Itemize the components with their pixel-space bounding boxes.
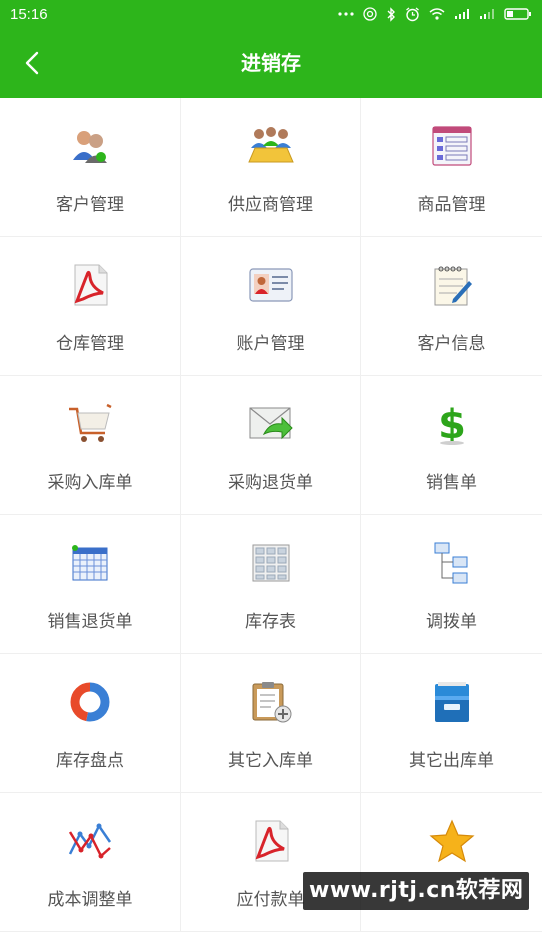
grid-item-stocktake[interactable]: 库存盘点 [0, 654, 181, 793]
grid-item-payable-order[interactable]: 应付款单 [181, 793, 361, 932]
grid-item-inventory-table[interactable]: 库存表 [181, 515, 361, 654]
grid-item-purchase-return[interactable]: 采购退货单 [181, 376, 361, 515]
grid-item-label: 仓库管理 [56, 334, 124, 354]
grid-item-label: 客户管理 [56, 195, 124, 215]
pdf-document-icon [247, 817, 295, 865]
table-sheet-icon [247, 539, 295, 587]
shopping-cart-icon [66, 400, 114, 448]
grid-item-label: 库存表 [245, 612, 296, 632]
dollar-icon: $ [428, 400, 476, 448]
grid-item-label: 其它入库单 [228, 751, 313, 771]
grid-item-other-outbound[interactable]: 其它出库单 [361, 654, 542, 793]
app-bar: 进销存 [0, 28, 542, 98]
clipboard-add-icon [247, 678, 295, 726]
grid-item-product-management[interactable]: 商品管理 [361, 98, 542, 237]
org-chart-icon [428, 539, 476, 587]
grid-item-label: 客户信息 [417, 334, 486, 354]
customers-icon [66, 122, 114, 170]
grid-item-sales-order[interactable]: $ 销售单 [361, 376, 542, 515]
grid-item-label: 库存盘点 [56, 751, 124, 771]
grid-item-cost-adjustment[interactable]: 成本调整单 [0, 793, 181, 932]
watermark-overlay: www.rjtj.cn软荐网 [303, 872, 530, 910]
more-dots-icon [338, 11, 354, 17]
grid-item-account-management[interactable]: 账户管理 [181, 237, 361, 376]
status-time: 15:16 [10, 5, 48, 23]
grid-item-favorites[interactable] [361, 793, 542, 932]
grid-item-label: 成本调整单 [47, 890, 133, 910]
donut-chart-icon [66, 678, 114, 726]
grid-item-label: 销售单 [426, 473, 477, 493]
hotspot-icon [363, 7, 377, 21]
id-card-icon [247, 261, 295, 309]
star-icon [428, 817, 476, 865]
line-graph-icon [66, 817, 114, 865]
grid-item-label: 供应商管理 [228, 195, 313, 215]
status-icons [338, 6, 532, 22]
grid-item-label: 采购入库单 [47, 473, 133, 493]
suppliers-icon [247, 122, 295, 170]
grid-item-purchase-inbound[interactable]: 采购入库单 [0, 376, 181, 515]
envelope-return-icon [247, 400, 295, 448]
bluetooth-icon [386, 6, 396, 22]
alarm-icon [405, 6, 420, 22]
calendar-grid-icon [66, 539, 114, 587]
grid-item-transfer-order[interactable]: 调拨单 [361, 515, 542, 654]
grid-item-label: 其它出库单 [409, 751, 494, 771]
grid-item-label: 调拨单 [426, 612, 477, 632]
wifi-icon [429, 8, 445, 20]
grid-item-other-inbound[interactable]: 其它入库单 [181, 654, 361, 793]
svg-text:$: $ [438, 402, 466, 446]
pdf-document-icon [66, 261, 114, 309]
grid-item-supplier-management[interactable]: 供应商管理 [181, 98, 361, 237]
battery-icon [504, 7, 532, 21]
filing-cabinet-icon [428, 678, 476, 726]
signal-1x-icon [479, 8, 495, 20]
page-title: 进销存 [241, 51, 301, 75]
grid-item-sales-return[interactable]: 销售退货单 [0, 515, 181, 654]
grid-item-label: 销售退货单 [47, 612, 133, 632]
status-bar: 15:16 [0, 0, 542, 28]
grid-item-customer-info[interactable]: 客户信息 [361, 237, 542, 376]
module-grid: 客户管理 供应商管理 商品管理 仓库管理 账户管理 客户信息 采购入库单 采购退… [0, 98, 542, 938]
grid-item-warehouse-management[interactable]: 仓库管理 [0, 237, 181, 376]
grid-item-label: 商品管理 [417, 195, 486, 215]
signal-4g-icon [454, 8, 470, 20]
grid-item-customer-management[interactable]: 客户管理 [0, 98, 181, 237]
grid-item-label: 采购退货单 [228, 473, 313, 493]
grid-item-label: 账户管理 [236, 334, 305, 354]
notepad-pencil-icon [428, 261, 476, 309]
products-list-icon [428, 122, 476, 170]
